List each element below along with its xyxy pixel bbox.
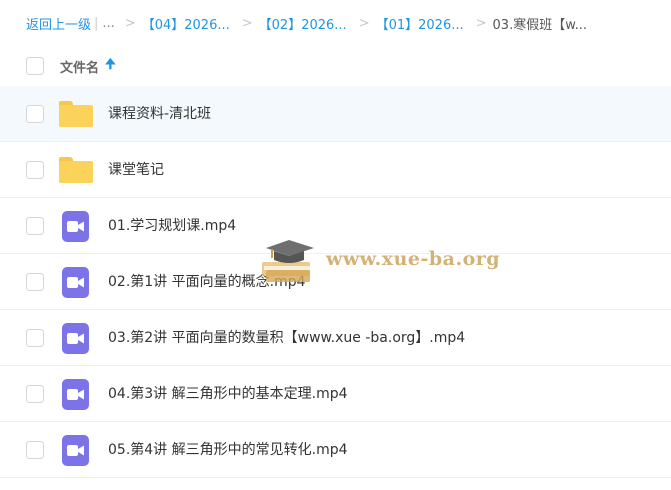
list-header: 文件名 🠉 <box>0 46 671 86</box>
column-header-label: 文件名 <box>60 60 100 76</box>
breadcrumb-separator: > <box>241 15 253 31</box>
list-item[interactable]: 课程资料-清北班 <box>0 86 671 142</box>
column-header-name[interactable]: 文件名 🠉 <box>60 55 116 77</box>
row-checkbox[interactable] <box>26 273 44 291</box>
file-name[interactable]: 04.第3讲 解三角形中的基本定理.mp4 <box>108 366 348 422</box>
file-name[interactable]: 01.学习规划课.mp4 <box>108 198 236 254</box>
breadcrumb-separator: > <box>124 15 136 31</box>
video-file-icon <box>59 322 93 354</box>
file-name[interactable]: 02.第1讲 平面向量的概念.mp4 <box>108 254 306 310</box>
breadcrumb-ellipsis[interactable]: ... <box>102 16 114 31</box>
row-checkbox[interactable] <box>26 161 44 179</box>
breadcrumb-separator: > <box>475 15 487 31</box>
list-item[interactable]: 03.第2讲 平面向量的数量积【www.xue -ba.org】.mp4 <box>0 310 671 366</box>
file-name[interactable]: 03.第2讲 平面向量的数量积【www.xue -ba.org】.mp4 <box>108 310 465 366</box>
breadcrumb-separator: > <box>358 15 370 31</box>
list-item[interactable]: 课堂笔记 <box>0 142 671 198</box>
folder-icon <box>59 98 93 130</box>
breadcrumb-item-01[interactable]: 【01】2026... <box>376 14 464 33</box>
file-browser: 返回上一级 | ... > 【04】2026... > 【02】2026... … <box>0 0 671 490</box>
row-checkbox[interactable] <box>26 329 44 347</box>
file-name[interactable]: 课堂笔记 <box>108 142 164 198</box>
folder-icon <box>59 154 93 186</box>
file-list: 课程资料-清北班 课堂笔记 01.学习规划课.mp4 02.第1讲 平面向量的概… <box>0 86 671 478</box>
breadcrumb: 返回上一级 | ... > 【04】2026... > 【02】2026... … <box>0 0 671 46</box>
back-link[interactable]: 返回上一级 <box>26 14 91 33</box>
list-item[interactable]: 04.第3讲 解三角形中的基本定理.mp4 <box>0 366 671 422</box>
row-checkbox[interactable] <box>26 217 44 235</box>
breadcrumb-divider: | <box>94 15 99 31</box>
video-file-icon <box>59 266 93 298</box>
row-checkbox[interactable] <box>26 105 44 123</box>
list-item[interactable]: 01.学习规划课.mp4 <box>0 198 671 254</box>
breadcrumb-current: 03.寒假班【w... <box>492 17 588 33</box>
arrow-up-icon[interactable]: 🠉 <box>105 55 116 77</box>
row-checkbox[interactable] <box>26 385 44 403</box>
video-file-icon <box>59 210 93 242</box>
file-name[interactable]: 课程资料-清北班 <box>108 86 211 142</box>
video-file-icon <box>59 378 93 410</box>
breadcrumb-item-02[interactable]: 【02】2026... <box>259 14 347 33</box>
file-name[interactable]: 05.第4讲 解三角形中的常见转化.mp4 <box>108 422 348 478</box>
list-item[interactable]: 02.第1讲 平面向量的概念.mp4 <box>0 254 671 310</box>
list-item[interactable]: 05.第4讲 解三角形中的常见转化.mp4 <box>0 422 671 478</box>
select-all-checkbox[interactable] <box>26 57 44 75</box>
row-checkbox[interactable] <box>26 441 44 459</box>
video-file-icon <box>59 434 93 466</box>
breadcrumb-item-04[interactable]: 【04】2026... <box>142 14 230 33</box>
